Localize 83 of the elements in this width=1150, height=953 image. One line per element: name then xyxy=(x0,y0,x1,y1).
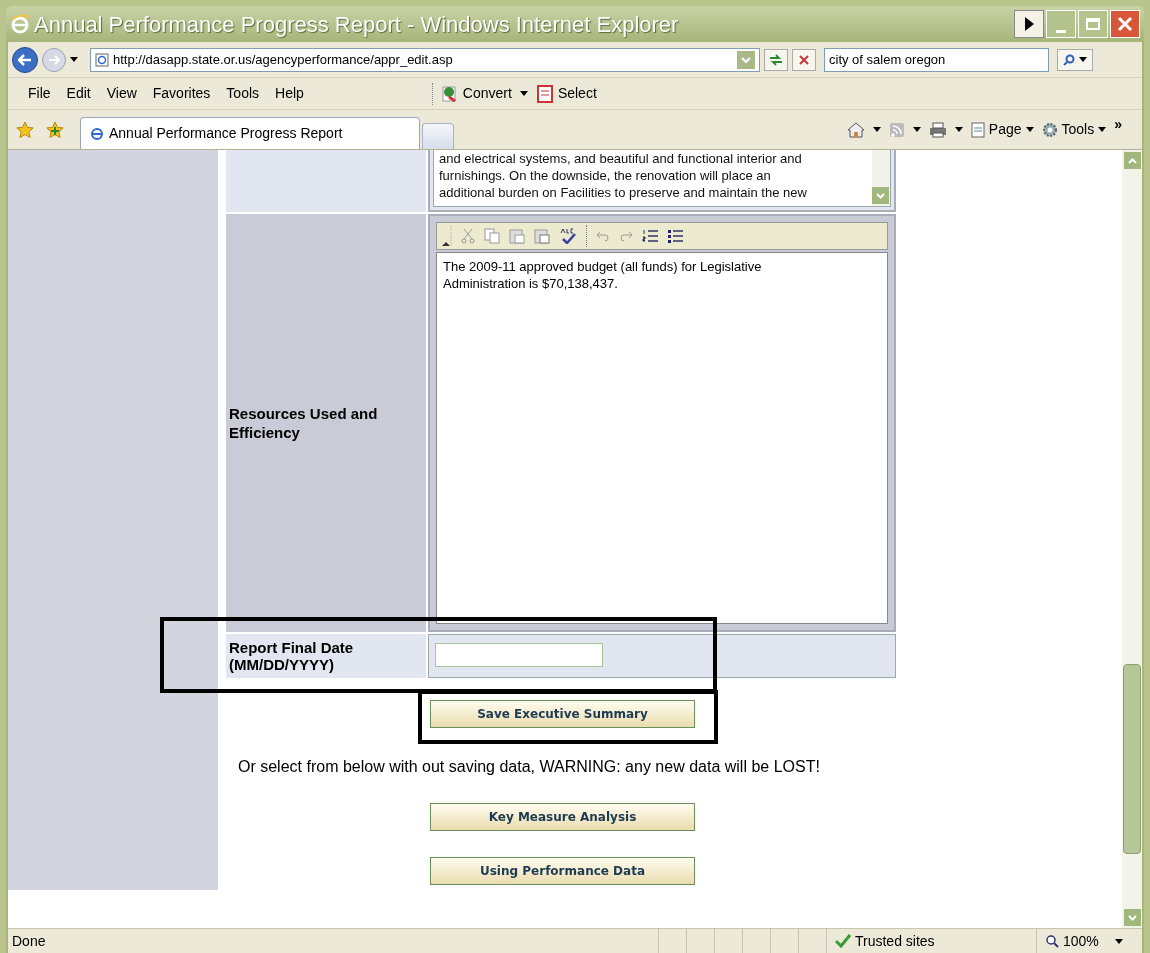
convert-button[interactable]: Convert xyxy=(440,83,512,104)
status-text: Done xyxy=(11,931,47,951)
triangle-icon xyxy=(1024,17,1034,31)
scroll-down-button[interactable] xyxy=(1123,909,1141,926)
maximize-button[interactable] xyxy=(1078,10,1108,38)
arrow-right-icon xyxy=(48,54,60,65)
caret-icon xyxy=(519,91,528,96)
warning-text: Or select from below with out saving data, WARNING: any new data will be LOST! xyxy=(238,757,821,777)
menu-item[interactable]: Edit xyxy=(58,83,99,104)
close-button[interactable] xyxy=(1110,10,1140,38)
printer-icon[interactable] xyxy=(928,121,947,138)
caret-icon xyxy=(1098,127,1107,132)
paragraph-line: and electrical systems, and beautiful and functional interior and xyxy=(439,150,803,167)
date-input[interactable] xyxy=(435,643,603,667)
caret-icon xyxy=(1079,57,1087,62)
search-button[interactable] xyxy=(1057,48,1093,71)
caret-icon xyxy=(872,127,881,132)
arrow-left-icon xyxy=(18,53,32,66)
page-menu-button[interactable]: Page xyxy=(970,119,1034,140)
zoom-button[interactable]: 100% xyxy=(1036,929,1131,953)
clipboard-icon[interactable] xyxy=(534,228,550,244)
redo-icon[interactable] xyxy=(619,230,633,242)
menu-item[interactable]: View xyxy=(98,83,145,104)
menu-item[interactable]: File xyxy=(20,83,59,104)
nav-button[interactable]: Using Performance Data xyxy=(430,857,695,885)
stop-button[interactable] xyxy=(792,48,816,71)
bullet-list-icon[interactable] xyxy=(667,228,683,244)
scroll-up-button[interactable] xyxy=(1123,152,1141,169)
label-cell: Resources Used and Efficiency xyxy=(226,214,426,632)
collapse-icon[interactable] xyxy=(440,224,452,248)
refresh-icon xyxy=(769,53,783,66)
caret-icon xyxy=(912,127,921,132)
save-button[interactable]: Save Executive Summary xyxy=(430,700,695,728)
copy-icon[interactable] xyxy=(484,228,500,244)
gear-icon xyxy=(1041,121,1058,138)
nav-button[interactable]: Key Measure Analysis xyxy=(430,803,695,831)
label-cell: Report Final Date (MM/DD/YYYY) xyxy=(226,634,426,678)
chevron-down-icon xyxy=(1127,914,1137,921)
close-icon xyxy=(799,54,809,65)
caret-icon xyxy=(954,127,963,132)
feed-icon[interactable] xyxy=(888,121,905,138)
close-icon xyxy=(1117,16,1133,32)
back-button[interactable] xyxy=(12,46,38,73)
scroll-thumb[interactable] xyxy=(1123,664,1141,854)
scissors-icon[interactable] xyxy=(461,228,475,244)
chevron-down-icon xyxy=(741,56,751,63)
magnifier-icon xyxy=(1045,934,1059,948)
zone-text: Trusted sites xyxy=(855,931,935,951)
clipboard-icon[interactable] xyxy=(509,228,525,244)
chevron-down-icon xyxy=(876,192,885,199)
scroll-down-button[interactable] xyxy=(872,187,889,204)
search-field[interactable]: city of salem oregon xyxy=(824,47,1049,72)
tools-menu-button[interactable]: Tools xyxy=(1041,119,1107,140)
numbered-list-icon[interactable] xyxy=(642,228,658,244)
text-area[interactable]: and electrical systems, and beautiful and functional interior and furnishings. On the downside, the renovation will place an additional burden on Facilities to preserve and maintain the new xyxy=(433,150,891,207)
play-button[interactable] xyxy=(1014,10,1044,38)
checkmark-icon xyxy=(835,934,851,948)
scrollbar[interactable] xyxy=(1122,150,1142,928)
caret-icon xyxy=(1114,938,1123,944)
paragraph-line: additional burden on Facilities to preserve and maintain the new xyxy=(439,184,808,201)
caret-icon xyxy=(1025,127,1034,132)
refresh-button[interactable] xyxy=(764,48,788,71)
dropdown-button[interactable] xyxy=(737,50,755,69)
window-title: Annual Performance Progress Report - Windows Internet Explorer xyxy=(34,10,679,39)
chevron-up-icon xyxy=(1127,157,1137,164)
menu-item[interactable]: Favorites xyxy=(144,83,219,104)
browser-logo-icon xyxy=(10,14,30,34)
menu-item[interactable]: Tools xyxy=(218,83,268,104)
menu-item[interactable]: Help xyxy=(267,83,312,104)
home-icon[interactable] xyxy=(846,121,865,138)
editor-area[interactable]: The 2009-11 approved budget (all funds) for Legislative Administration is $70,138,437. xyxy=(436,252,888,624)
star-plus-icon[interactable] xyxy=(46,120,64,139)
browser-tab[interactable]: Annual Performance Progress Report xyxy=(80,117,420,149)
new-tab-button[interactable] xyxy=(422,123,454,149)
star-icon[interactable] xyxy=(16,120,34,139)
caret-icon xyxy=(70,57,78,62)
paragraph-line: furnishings. On the downside, the renovation will place an xyxy=(439,167,772,184)
chevron-right-icon[interactable]: » xyxy=(1114,114,1122,135)
search-icon xyxy=(1063,53,1075,66)
spellcheck-icon[interactable] xyxy=(559,228,577,244)
select-button[interactable]: Select xyxy=(535,83,597,104)
undo-icon[interactable] xyxy=(596,230,610,242)
address-field[interactable]: http://dasapp.state.or.us/agencyperformance/appr_edit.asp xyxy=(90,47,760,72)
